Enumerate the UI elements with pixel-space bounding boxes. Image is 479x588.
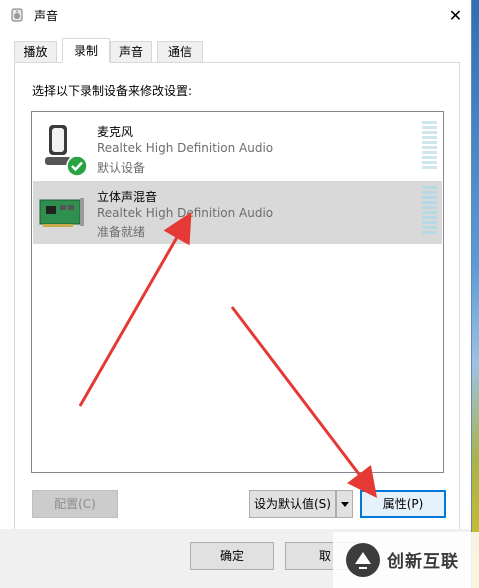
- device-list: 麦克风 Realtek High Definition Audio 默认设备 立…: [31, 111, 444, 473]
- device-name: 麦克风: [97, 125, 134, 139]
- sound-card-icon: [39, 198, 84, 227]
- level-meter: [422, 186, 437, 234]
- properties-button[interactable]: 属性(P): [360, 490, 446, 518]
- tab-playback[interactable]: 播放: [14, 41, 57, 62]
- device-driver: Realtek High Definition Audio: [97, 206, 274, 220]
- ok-button[interactable]: 确定: [190, 542, 274, 570]
- sound-dialog: 声音 ✕ 播放 录制 声音 通信 选择以下录制设备来修改设置: 麦克风 Real…: [0, 0, 472, 588]
- instruction-text: 选择以下录制设备来修改设置:: [32, 84, 193, 98]
- title-bar: 声音 ✕: [0, 0, 471, 31]
- tab-sounds[interactable]: 声音: [110, 41, 152, 62]
- watermark: 创新互联: [333, 532, 479, 588]
- tab-communications[interactable]: 通信: [157, 41, 203, 62]
- close-icon: ✕: [448, 5, 463, 25]
- device-status: 准备就绪: [97, 225, 146, 239]
- level-meter: [422, 121, 437, 169]
- set-default-dropdown[interactable]: [336, 490, 353, 518]
- speaker-icon: [11, 8, 23, 22]
- window-title: 声音: [34, 9, 59, 23]
- watermark-text: 创新互联: [387, 552, 459, 572]
- close-button[interactable]: ✕: [440, 0, 471, 30]
- check-badge-icon: [66, 155, 88, 177]
- device-name: 立体声混音: [97, 190, 158, 204]
- brand-logo-icon: [346, 543, 380, 577]
- tab-recording[interactable]: 录制: [62, 38, 110, 63]
- device-item-stereo-mix[interactable]: 立体声混音 Realtek High Definition Audio 准备就绪: [33, 181, 442, 244]
- device-item-microphone[interactable]: 麦克风 Realtek High Definition Audio 默认设备: [33, 115, 442, 178]
- device-status: 默认设备: [97, 161, 146, 175]
- set-default-button[interactable]: 设为默认值(S): [249, 490, 336, 518]
- device-driver: Realtek High Definition Audio: [97, 141, 274, 155]
- configure-button[interactable]: 配置(C): [32, 490, 118, 518]
